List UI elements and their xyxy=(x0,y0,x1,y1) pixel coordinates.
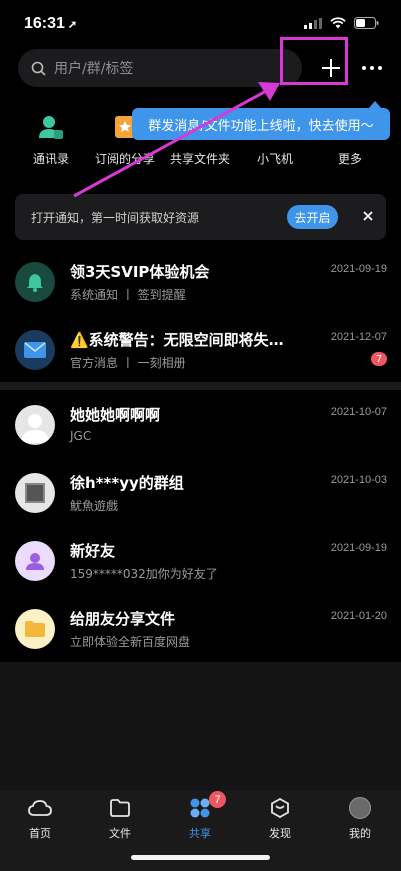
status-time: 16:31 ➚ xyxy=(24,15,78,32)
share-badge: 7 xyxy=(209,791,226,808)
battery-icon xyxy=(354,17,379,29)
list-item-title: 她她她啊啊啊 xyxy=(70,406,161,424)
close-icon xyxy=(363,211,373,221)
folder-icon xyxy=(110,799,130,817)
list-item-subtitle: 魷魚遊戲 xyxy=(70,499,119,513)
share-icon xyxy=(190,798,210,818)
tab-profile[interactable]: 我的 xyxy=(320,796,400,841)
feature-tooltip[interactable]: 群发消息/文件功能上线啦，快去使用～ xyxy=(132,108,390,140)
contacts-icon xyxy=(39,116,63,139)
home-indicator xyxy=(131,855,270,860)
signal-icon xyxy=(304,17,322,29)
list-item-subtitle: 官方消息 丨 一刻相册 xyxy=(70,356,186,370)
list-item-group[interactable]: 徐h***yy的群组 魷魚遊戲 2021-10-03 xyxy=(0,461,401,525)
mail-avatar xyxy=(15,330,55,370)
list-item-date: 2021-10-07 xyxy=(330,406,387,418)
folder-share-icon xyxy=(25,621,45,637)
list-item-subtitle: JGC xyxy=(70,429,92,443)
notification-text: 打开通知，第一时间获取好资源 xyxy=(31,211,200,225)
wifi-icon xyxy=(330,17,346,29)
list-item-date: 2021-09-19 xyxy=(330,542,387,554)
profile-avatar-icon xyxy=(349,797,371,819)
list-item-title: 给朋友分享文件 xyxy=(70,610,176,628)
list-item-title: 新好友 xyxy=(70,542,116,560)
list-item-date: 2021-09-19 xyxy=(330,263,387,275)
list-item-date: 2021-10-03 xyxy=(330,474,387,486)
search-placeholder: 用户/群/标签 xyxy=(54,61,134,77)
avatar xyxy=(15,405,55,445)
tab-files[interactable]: 文件 xyxy=(80,796,160,841)
enable-notification-button[interactable]: 去开启 xyxy=(287,205,338,229)
discover-icon xyxy=(271,798,289,818)
list-item-title: 徐h***yy的群组 xyxy=(70,474,184,492)
list-item-new-friend[interactable]: 新好友 159*****032加你为好友了 2021-09-19 xyxy=(0,529,401,593)
search-input[interactable]: 用户/群/标签 xyxy=(18,49,302,87)
empty-area xyxy=(0,662,401,790)
list-item-title: ⚠️系统警告：无限空间即将失… xyxy=(70,331,284,349)
list-item-subtitle: 159*****032加你为好友了 xyxy=(70,567,218,581)
user-add-icon xyxy=(26,553,44,570)
unread-badge: 7 xyxy=(371,352,387,366)
list-item-date: 2021-12-07 xyxy=(330,331,387,343)
share-file-avatar xyxy=(15,609,55,649)
close-banner-button[interactable] xyxy=(358,206,378,226)
bell-icon xyxy=(27,274,43,292)
list-item-title: 领3天SVIP体验机会 xyxy=(70,263,210,281)
annotation-highlight-box xyxy=(280,37,348,85)
list-item-chat[interactable]: 她她她啊啊啊 JGC 2021-10-07 xyxy=(0,393,401,457)
tab-share[interactable]: 7 共享 xyxy=(160,791,240,841)
tab-discover[interactable]: 发现 xyxy=(240,796,320,841)
bell-avatar xyxy=(15,262,55,302)
more-options-button[interactable] xyxy=(358,58,386,78)
list-item-share-file[interactable]: 给朋友分享文件 立即体验全新百度网盘 2021-01-20 xyxy=(0,597,401,661)
list-item-subtitle: 系统通知 丨 签到提醒 xyxy=(70,288,186,302)
list-item-svip[interactable]: 领3天SVIP体验机会 系统通知 丨 签到提醒 2021-09-19 xyxy=(0,250,401,314)
status-icons xyxy=(304,17,379,29)
new-friend-avatar xyxy=(15,541,55,581)
mail-icon xyxy=(24,342,46,358)
group-photo-icon xyxy=(25,483,45,503)
notification-banner: 打开通知，第一时间获取好资源 去开启 xyxy=(15,194,386,240)
search-icon xyxy=(31,61,46,76)
list-item-subtitle: 立即体验全新百度网盘 xyxy=(70,635,191,649)
quick-action-contacts[interactable]: 通讯录 xyxy=(11,112,91,167)
list-item-date: 2021-01-20 xyxy=(330,610,387,622)
tab-home[interactable]: 首页 xyxy=(0,796,80,841)
ellipsis-icon xyxy=(362,66,382,70)
section-divider xyxy=(0,382,401,390)
group-avatar xyxy=(15,473,55,513)
default-user-icon xyxy=(21,414,49,443)
home-cloud-icon xyxy=(28,800,52,816)
list-item-warning[interactable]: ⚠️系统警告：无限空间即将失… 官方消息 丨 一刻相册 2021-12-07 7 xyxy=(0,318,401,382)
